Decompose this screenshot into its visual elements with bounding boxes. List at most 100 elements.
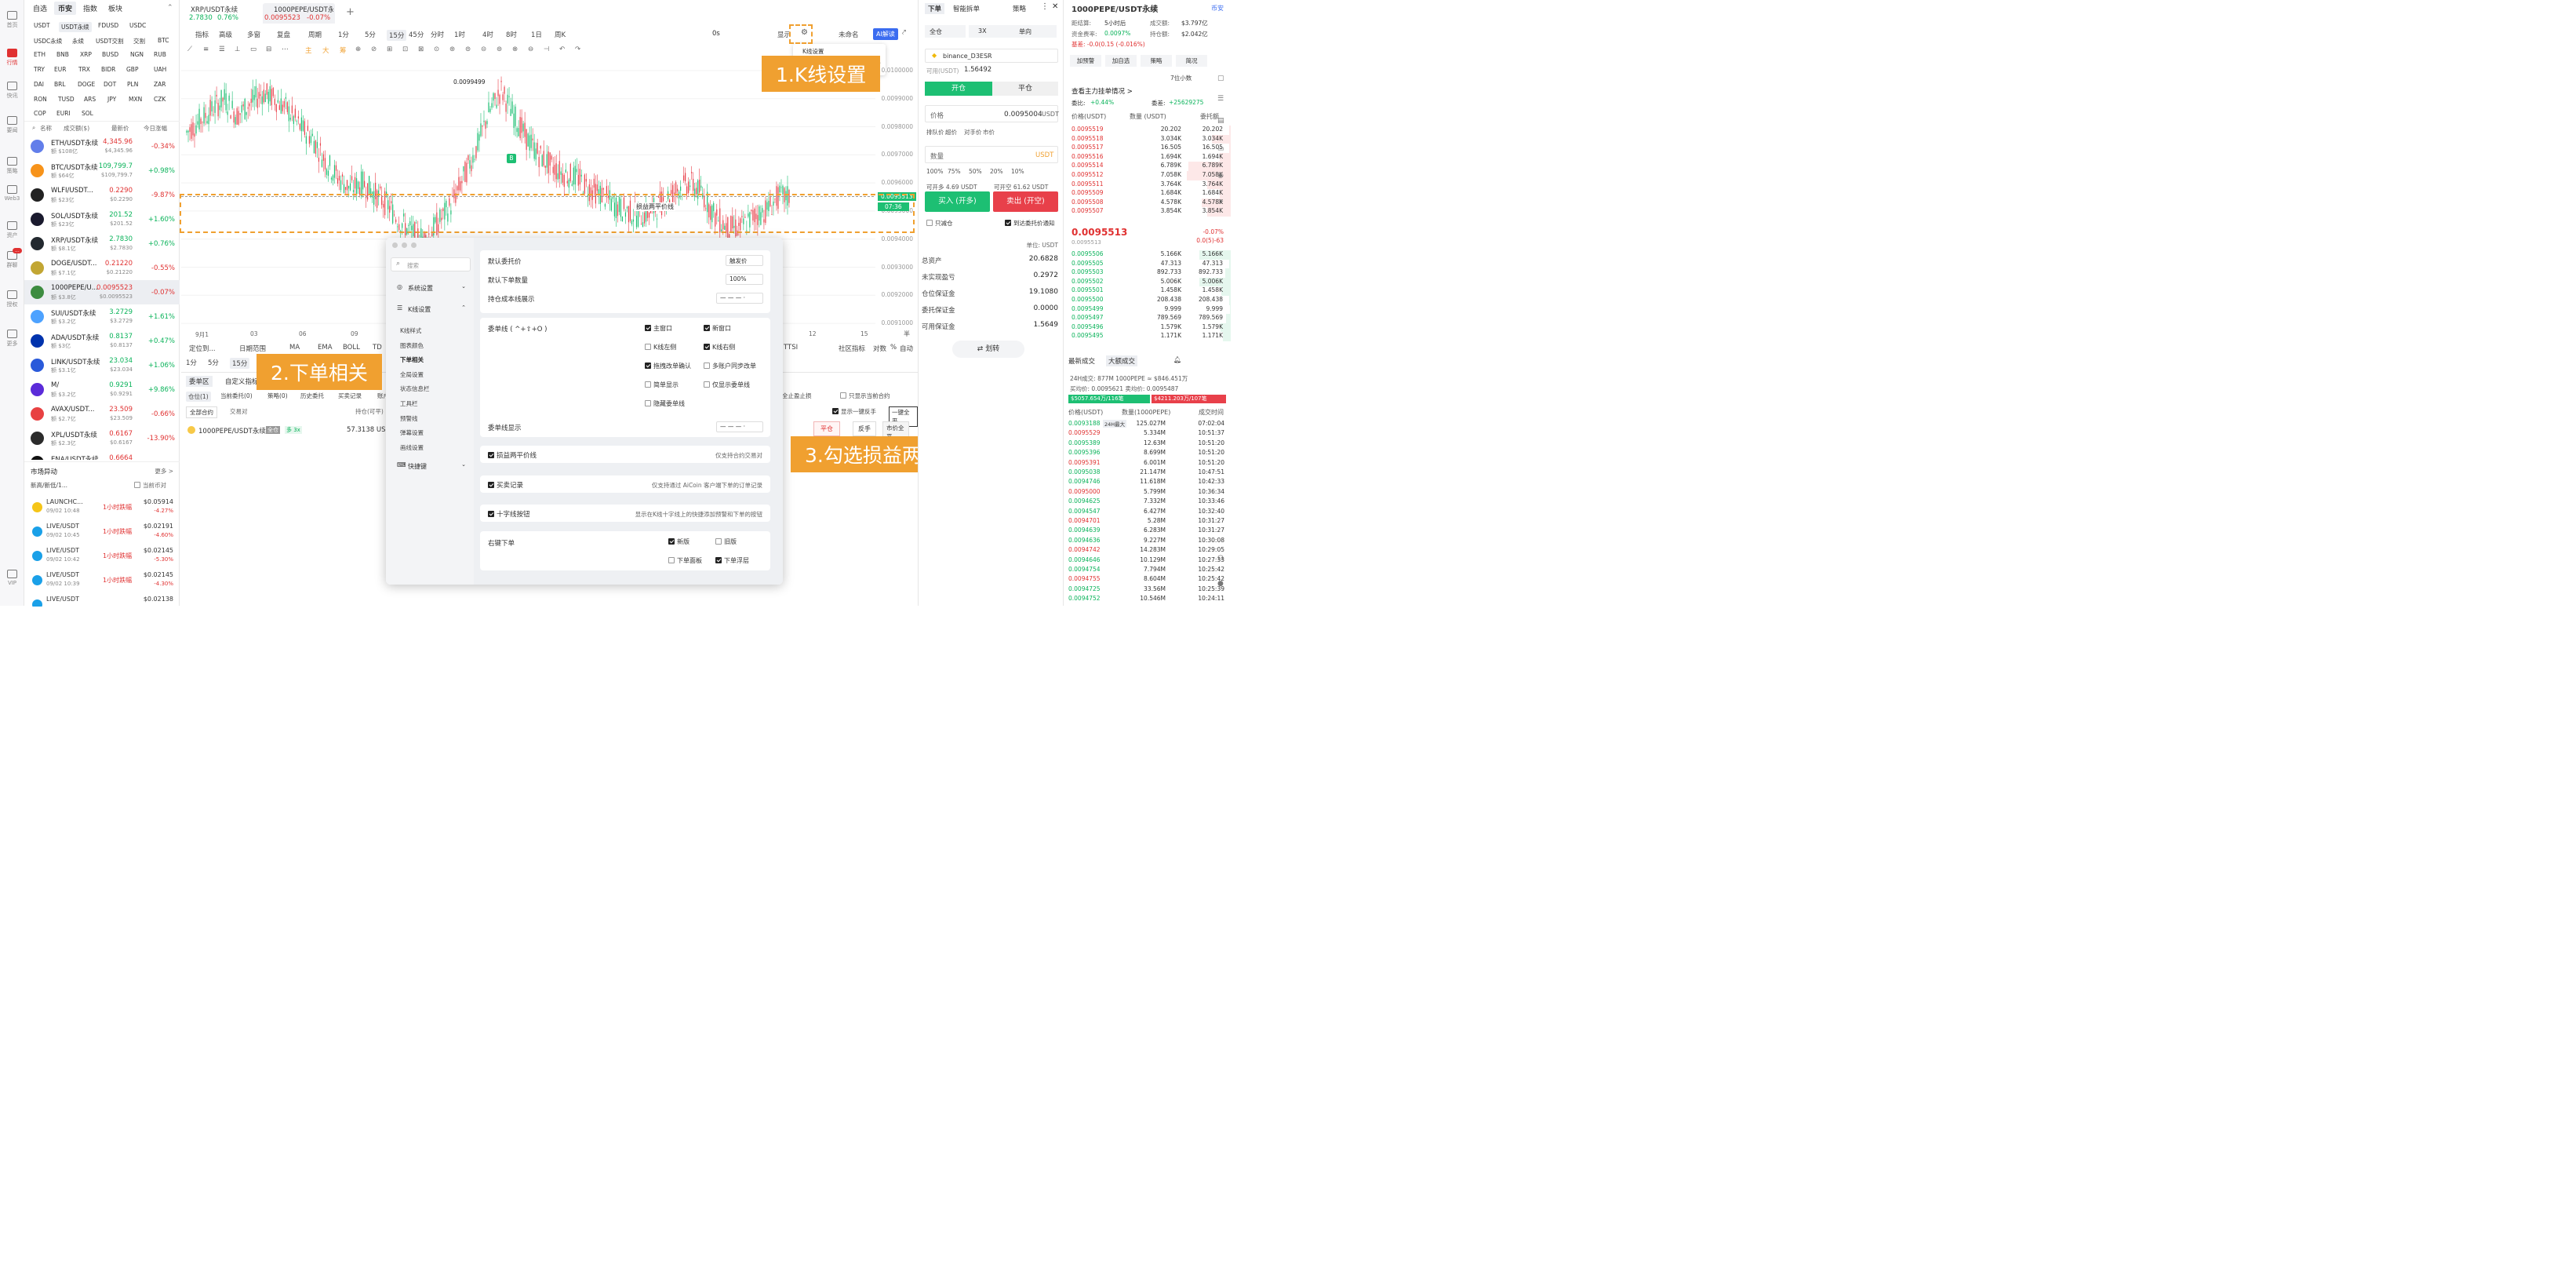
cross-toggle[interactable]: 十字线按钮 (488, 509, 530, 519)
header-change[interactable]: 今日涨幅 (144, 124, 167, 133)
coin-row[interactable]: ENA/USDT永续 0.6664 (24, 450, 180, 460)
qty-unit[interactable]: USDT (1035, 151, 1053, 159)
exchange-link[interactable]: 币安 (1211, 4, 1224, 13)
currency-5-4[interactable]: MXN (129, 96, 142, 103)
currency-1-1[interactable]: 永续 (72, 37, 84, 46)
pnl-toggle[interactable]: 损益两平价线 (488, 450, 537, 460)
coin-row[interactable]: XPL/USDT永续额 $2.3亿 0.6167 $0.6167 -13.90% (24, 426, 180, 450)
rail-item-4[interactable]: 策略 (0, 157, 24, 175)
order-tab-place[interactable]: 下单 (925, 3, 945, 14)
chart-tab-xrp[interactable]: XRP/USDT永续 2.7830 0.76% (186, 3, 258, 24)
checkbox[interactable] (668, 557, 675, 563)
draw-tool-icon-2[interactable]: ☰ (219, 46, 225, 53)
submenu-item-5[interactable]: 工具栏 (400, 399, 418, 408)
bottom-right-tool-0[interactable]: TTSI (784, 344, 798, 352)
toolbar-9[interactable]: 分时 (431, 30, 444, 39)
submenu-item-6[interactable]: 预警线 (400, 414, 418, 423)
ask-row[interactable]: 0.0095514 6.789K 6.789K (1064, 162, 1231, 171)
currency-3-1[interactable]: EUR (54, 66, 66, 73)
chart-tool-icon-3[interactable]: ⊡ (402, 46, 408, 53)
toolbar-14[interactable]: 周K (555, 30, 566, 39)
abnormal-more-link[interactable]: 更多 > (155, 467, 173, 476)
currency-3-2[interactable]: TRX (78, 66, 90, 73)
toolbar-3[interactable]: 复盘 (277, 30, 290, 39)
chart-tool-icon-5[interactable]: ⊙ (434, 46, 439, 53)
toolbar-11[interactable]: 4时 (482, 30, 493, 39)
pair-filter[interactable]: 交易对 (230, 407, 248, 416)
close-tab[interactable]: 平仓 (992, 82, 1058, 96)
draw-tool-icon-0[interactable]: ⟋ (187, 46, 192, 53)
currency-2-0[interactable]: ETH (34, 51, 45, 58)
order-tab-strategy[interactable]: 策略 (1013, 4, 1026, 13)
bid-row[interactable]: 0.0095497 789.569 789.569 (1064, 314, 1231, 323)
currency-2-1[interactable]: BNB (56, 51, 69, 58)
currency-5-0[interactable]: RON (34, 96, 47, 103)
coin-row[interactable]: SUI/USDT永续额 $3.2亿 3.2729 $3.2729 +1.61% (24, 304, 180, 329)
price-input[interactable]: 价格 0.0095004 USDT (925, 105, 1059, 122)
window-close-icon[interactable] (392, 242, 398, 248)
ask-row[interactable]: 0.0095508 4.578K 4.578K (1064, 198, 1231, 208)
draw-color-1[interactable]: 大 (322, 46, 329, 55)
buy-marker[interactable]: B (507, 154, 516, 163)
currency-5-2[interactable]: ARS (84, 96, 96, 103)
coin-row[interactable]: XRP/USDT永续额 $8.1亿 2.7830 $2.7830 +0.76% (24, 231, 180, 256)
position-row[interactable]: 1000PEPE/USDT永续 全仓 多 3x 57.3138 USDT (187, 426, 394, 437)
symbol-button-1[interactable]: 加自选 (1105, 55, 1137, 67)
rail-item-3[interactable]: 要闻 (0, 116, 24, 134)
chart-tab-pepe[interactable]: 1000PEPE/USDT永 0.0095523 -0.07% (263, 3, 335, 24)
default-qty-select[interactable]: 100% (726, 274, 763, 285)
contract-filter[interactable]: 全部合约 (186, 406, 217, 418)
more-icon[interactable]: ⋮ (1041, 2, 1049, 11)
submenu-item-8[interactable]: 画线设置 (400, 443, 424, 452)
coin-row[interactable]: LINK/USDT永续额 $3.1亿 23.034 $23.034 +1.06% (24, 353, 180, 377)
show-reverse-checkbox[interactable] (832, 408, 839, 414)
decimals-select[interactable]: 7位小数 (1170, 74, 1192, 82)
ask-row[interactable]: 0.0095511 3.764K 3.764K (1064, 180, 1231, 190)
window-min-icon[interactable] (402, 242, 407, 248)
abnormal-filter[interactable]: 新高/新低/1... (31, 481, 67, 490)
checkbox[interactable] (704, 363, 710, 369)
toolbar-10[interactable]: 1时 (454, 30, 465, 39)
order-subtab-2[interactable]: 策略(0) (267, 392, 288, 400)
coin-row[interactable]: M/额 $3.2亿 0.9291 $0.9291 +9.86% (24, 377, 180, 402)
margin-mode-select[interactable]: 全仓 (925, 25, 966, 38)
qty-pct-3[interactable]: 20% (990, 168, 1003, 175)
reduce-only-toggle[interactable]: 只减仓 (926, 219, 953, 228)
bid-row[interactable]: 0.0095496 1.579K 1.579K (1064, 322, 1231, 333)
chart-tool-icon-14[interactable]: ↷ (575, 46, 580, 53)
checkbox[interactable] (668, 538, 675, 545)
draw-tool-icon-5[interactable]: ⊟ (266, 46, 271, 53)
chart-tool-icon-10[interactable]: ⊗ (512, 46, 518, 53)
bottom-right-tool-2[interactable]: 对数 (873, 344, 886, 353)
chart-tool-icon-8[interactable]: ⊝ (481, 46, 486, 53)
refresh-icon[interactable]: ⟳ (1217, 199, 1224, 206)
window-icon[interactable]: ▭ (1217, 145, 1224, 153)
current-only-toggle[interactable]: 当前币对 (134, 481, 166, 490)
order-subtab-3[interactable]: 历史委托 (300, 392, 324, 400)
current-only-checkbox[interactable] (134, 482, 140, 488)
chart-tool-icon-7[interactable]: ⊜ (465, 46, 471, 53)
chart-tool-icon-2[interactable]: ⊞ (387, 46, 392, 53)
chart-tool-icon-6[interactable]: ⊛ (449, 46, 455, 53)
toolbar-4[interactable]: 周期 (308, 30, 322, 39)
ask-row[interactable]: 0.0095507 3.854K 3.854K (1064, 207, 1231, 217)
currency-5-3[interactable]: JPY (107, 96, 116, 103)
share-icon[interactable]: ⤤ (902, 29, 906, 37)
qty-input[interactable]: 数量 USDT (925, 146, 1058, 163)
market-tab-1[interactable]: 币安 (54, 1, 77, 15)
coin-row[interactable]: 1000PEPE/U... 额 $3.8亿 0.0095523 $0.0095523 -… (24, 280, 180, 304)
pnl-checkbox[interactable] (488, 452, 494, 458)
market-tab-2[interactable]: 指数 (79, 2, 101, 15)
chart-tool-icon-12[interactable]: ⊣ (544, 46, 549, 53)
qty-pct-1[interactable]: 75% (948, 168, 961, 175)
checkbox[interactable] (704, 325, 710, 331)
bell-icon[interactable]: 🔔︎ (1173, 356, 1181, 363)
currency-4-0[interactable]: DAI (34, 81, 44, 88)
currency-6-0[interactable]: COP (34, 110, 46, 117)
trades-checkbox[interactable] (488, 482, 494, 488)
chart-tool-icon-9[interactable]: ⊚ (497, 46, 502, 53)
abnormal-item[interactable]: LAUNCHC... 09/02 10:48 1小时跌幅 $0.05914 -4.27% (24, 495, 180, 519)
checkbox[interactable] (645, 363, 651, 369)
right-order-option[interactable]: 新版 (668, 537, 689, 546)
submenu-item-0[interactable]: K线样式 (400, 326, 421, 335)
